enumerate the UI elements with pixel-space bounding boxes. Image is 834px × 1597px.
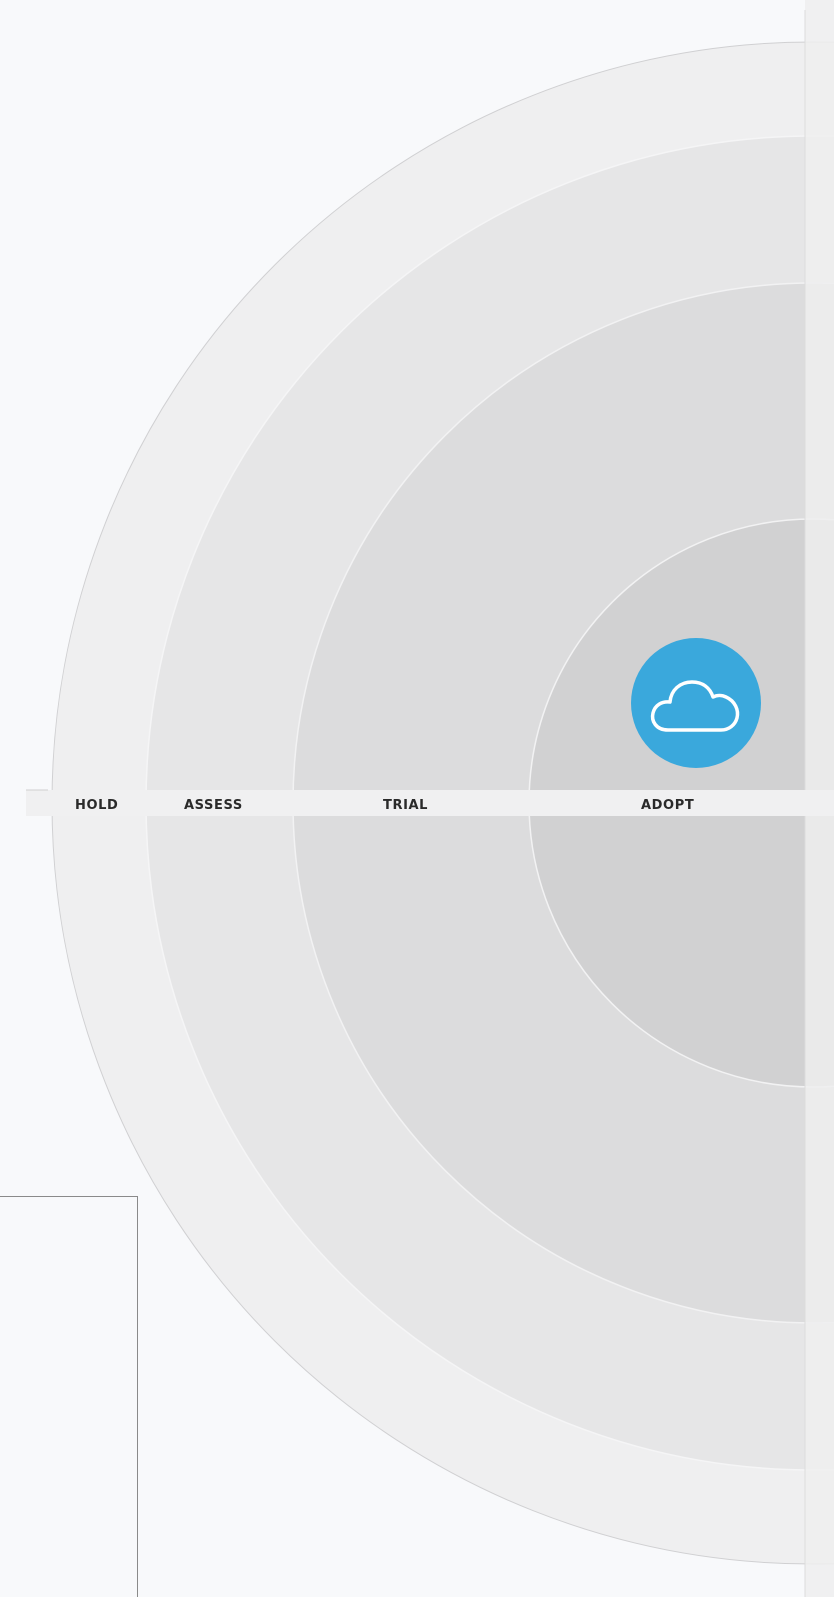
cloud-icon (650, 680, 740, 732)
ring-label-hold: HOLD (75, 798, 118, 813)
ring-label-assess: ASSESS (184, 798, 243, 813)
quadrant-blip-cloud[interactable] (631, 638, 761, 768)
ring-label-trial: TRIAL (383, 798, 428, 813)
radar-page: HOLD ASSESS TRIAL ADOPT (0, 0, 834, 1597)
ring-label-adopt: ADOPT (641, 798, 694, 813)
side-panel (0, 1196, 138, 1597)
ring-label-band (26, 790, 834, 816)
